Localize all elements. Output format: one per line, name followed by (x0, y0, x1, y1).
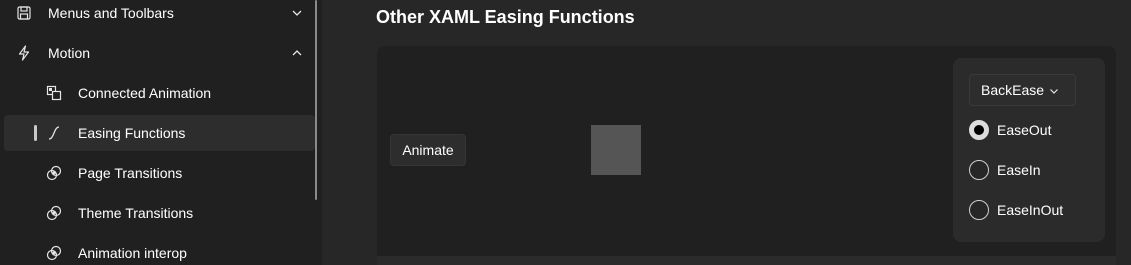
save-icon (16, 5, 32, 21)
options-panel: BackEase EaseOut EaseIn EaseInOut (953, 58, 1105, 242)
main-content: Other XAML Easing Functions Animate Back… (322, 0, 1131, 265)
connected-animation-icon (46, 85, 62, 101)
animate-button[interactable]: Animate (390, 134, 466, 166)
sidebar-item-label: Page Transitions (78, 165, 183, 181)
radio-label: EaseInOut (997, 202, 1064, 218)
radio-ease-in[interactable]: EaseIn (969, 158, 1099, 182)
radio-button[interactable] (969, 200, 989, 220)
radio-button[interactable] (969, 160, 989, 180)
easing-curve-icon (46, 125, 62, 141)
chevron-up-icon[interactable] (291, 47, 303, 59)
sidebar-item-label: Menus and Toolbars (48, 5, 174, 21)
radio-button-checked[interactable] (969, 120, 989, 140)
sidebar-item-motion[interactable]: Motion (4, 35, 315, 71)
chevron-down-icon[interactable] (291, 7, 303, 19)
chevron-down-icon (1050, 89, 1058, 94)
card-footer (377, 256, 1116, 265)
sidebar-item-animation-interop[interactable]: Animation interop (4, 235, 315, 265)
transition-icon (46, 205, 62, 221)
sidebar-item-label: Connected Animation (78, 85, 212, 101)
sidebar-item-theme-transitions[interactable]: Theme Transitions (4, 195, 315, 231)
navigation-sidebar: Menus and Toolbars Motion Connected Anim… (0, 0, 322, 265)
sidebar-item-menus-and-toolbars[interactable]: Menus and Toolbars (4, 0, 315, 31)
sidebar-item-label: Motion (48, 45, 91, 61)
sidebar-item-page-transitions[interactable]: Page Transitions (4, 155, 315, 191)
animated-rectangle (591, 125, 641, 175)
sidebar-item-label: Animation interop (78, 245, 187, 261)
lightning-icon (16, 45, 32, 61)
transition-icon (46, 245, 62, 261)
sidebar-item-easing-functions[interactable]: Easing Functions (4, 115, 315, 151)
radio-label: EaseIn (997, 162, 1041, 178)
sidebar-item-label: Theme Transitions (78, 205, 194, 221)
radio-label: EaseOut (997, 122, 1052, 138)
section-title: Other XAML Easing Functions (376, 7, 635, 27)
easing-function-combobox[interactable]: BackEase (969, 74, 1076, 106)
sidebar-item-label: Easing Functions (78, 125, 186, 141)
sidebar-item-connected-animation[interactable]: Connected Animation (4, 75, 315, 111)
radio-ease-out[interactable]: EaseOut (969, 118, 1099, 142)
selection-indicator (34, 125, 37, 141)
sidebar-scrollbar[interactable] (315, 0, 317, 200)
combobox-value: BackEase (981, 82, 1045, 98)
radio-ease-in-out[interactable]: EaseInOut (969, 198, 1099, 222)
transition-icon (46, 165, 62, 181)
